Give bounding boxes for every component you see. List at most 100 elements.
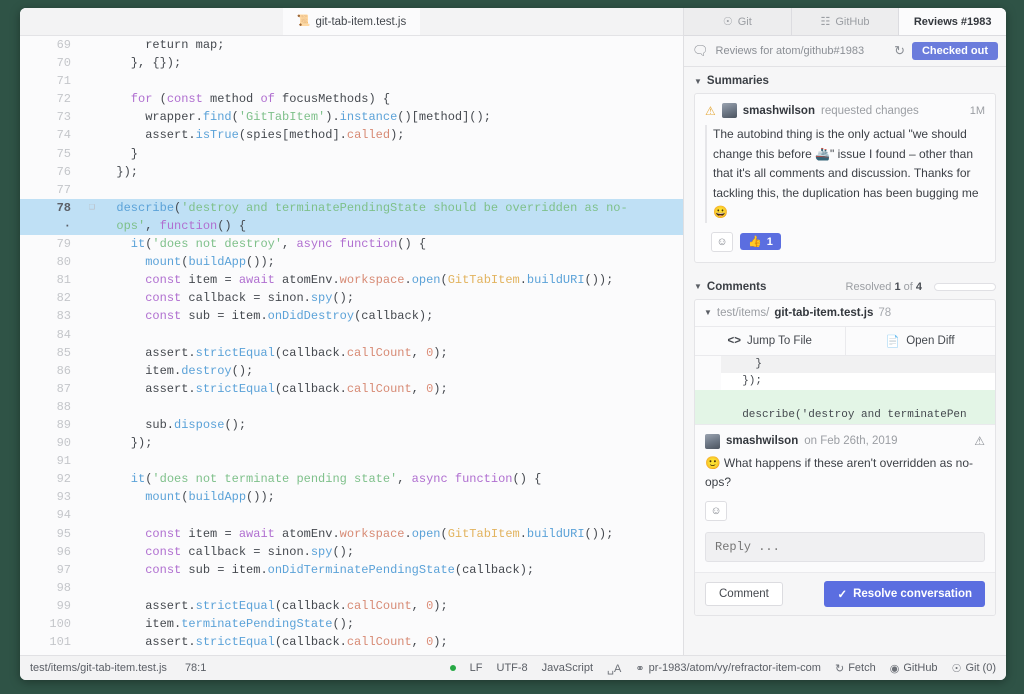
code-line[interactable]: 82 const callback = sinon.spy(); xyxy=(20,289,683,307)
jump-to-file-button[interactable]: <> Jump To File xyxy=(695,326,846,355)
code-line[interactable]: 76 }); xyxy=(20,163,683,181)
status-branch[interactable]: ⚭ pr-1983/atom/vy/refractor-item-com xyxy=(635,662,821,675)
code-text: ops', function() { xyxy=(116,218,247,233)
code-line[interactable]: 77 xyxy=(20,181,683,199)
code-line[interactable]: 88 xyxy=(20,398,683,416)
code-line[interactable]: 91 xyxy=(20,452,683,470)
code-line[interactable]: 73 wrapper.find('GitTabItem').instance()… xyxy=(20,108,683,126)
fold-marker xyxy=(82,380,102,398)
code-line[interactable]: 102 xyxy=(20,651,683,655)
code-line[interactable]: 74 assert.isTrue(spies[method].called); xyxy=(20,126,683,144)
line-number: 102 xyxy=(20,651,82,655)
comment-marker-icon[interactable]: ❑ xyxy=(82,199,102,217)
status-line-ending[interactable]: LF xyxy=(470,662,483,674)
panel-tab-bar: ☉ Git ☷ GitHub Reviews #1983 xyxy=(684,8,1006,36)
reply-input[interactable] xyxy=(705,531,985,562)
status-encoding[interactable]: UTF-8 xyxy=(497,662,528,674)
editor-code-area[interactable]: 69 return map; 70 }, {}); 71 72 for (const… xyxy=(20,36,683,655)
code-line[interactable]: · ops', function() { xyxy=(20,216,683,236)
code-line[interactable]: 98 xyxy=(20,579,683,597)
code-line[interactable]: 85 assert.strictEqual(callback.callCount… xyxy=(20,344,683,362)
diff-preview[interactable]: } }); describe('destroy and terminatePen xyxy=(695,355,995,424)
fold-marker xyxy=(82,217,102,235)
git-icon: ☉ xyxy=(951,662,962,675)
code-line[interactable]: 81 const item = await atomEnv.workspace.… xyxy=(20,271,683,289)
line-number: 71 xyxy=(56,74,71,89)
fold-marker xyxy=(82,253,102,271)
whitespace-icon[interactable]: ␣A xyxy=(607,662,621,675)
refresh-icon[interactable]: ↻ xyxy=(894,43,905,59)
line-number: 97 xyxy=(56,562,71,577)
summaries-section-header[interactable]: ▼ Summaries xyxy=(684,67,1006,93)
fold-marker xyxy=(82,36,102,54)
line-number: 76 xyxy=(56,164,71,179)
code-line[interactable]: 101 assert.strictEqual(callback.callCoun… xyxy=(20,633,683,651)
add-reaction-icon[interactable]: ☺ xyxy=(705,500,727,521)
code-line[interactable]: 75 } xyxy=(20,145,683,163)
status-grammar[interactable]: JavaScript xyxy=(542,662,593,674)
fold-marker xyxy=(82,488,102,506)
code-line[interactable]: 86 item.destroy(); xyxy=(20,362,683,380)
code-line[interactable]: 70 }, {}); xyxy=(20,54,683,72)
chevron-down-icon: ▼ xyxy=(704,308,712,317)
fold-marker xyxy=(82,289,102,307)
code-text: mount(buildApp()); xyxy=(145,255,275,270)
code-line[interactable]: 94 xyxy=(20,506,683,524)
code-line[interactable]: 99 assert.strictEqual(callback.callCount… xyxy=(20,597,683,615)
code-line[interactable]: 78 ❑ describe('destroy and terminatePendi… xyxy=(20,198,683,217)
code-line[interactable]: 80 mount(buildApp()); xyxy=(20,253,683,271)
comment-button[interactable]: Comment xyxy=(705,581,783,606)
status-github[interactable]: ◉ GitHub xyxy=(890,662,938,675)
code-line[interactable]: 100 item.terminatePendingState(); xyxy=(20,615,683,633)
code-text: it('does not destroy', async function() … xyxy=(102,237,427,252)
tab-github[interactable]: ☷ GitHub xyxy=(792,8,900,35)
code-line[interactable]: 89 sub.dispose(); xyxy=(20,416,683,434)
thread-file-path[interactable]: ▼ test/items/ git-tab-item.test.js 78 xyxy=(695,300,995,327)
code-line[interactable]: 95 const item = await atomEnv.workspace.… xyxy=(20,525,683,543)
line-number: 95 xyxy=(56,526,71,541)
diff-line-text: }); xyxy=(721,372,995,390)
code-text: for (const method of focusMethods) { xyxy=(102,92,391,107)
open-diff-button[interactable]: 📄 Open Diff xyxy=(845,326,995,355)
line-number: 70 xyxy=(56,56,71,71)
line-number: 96 xyxy=(56,544,71,559)
code-text: const callback = sinon.spy(); xyxy=(145,291,355,306)
code-line[interactable]: 96 const callback = sinon.spy(); xyxy=(20,543,683,561)
code-line[interactable]: 87 assert.strictEqual(callback.callCount… xyxy=(20,380,683,398)
comments-section-header[interactable]: ▼ Comments Resolved 1 of 4 xyxy=(684,273,1006,299)
resolved-progress-bar xyxy=(934,282,996,291)
line-number: 89 xyxy=(56,417,71,432)
tab-reviews[interactable]: Reviews #1983 xyxy=(899,8,1006,35)
code-line[interactable]: 79 it('does not destroy', async function… xyxy=(20,235,683,253)
atom-window: 📜 git-tab-item.test.js 69 return map; 70 … xyxy=(20,8,1006,680)
status-fetch[interactable]: ↻ Fetch xyxy=(835,662,876,675)
line-number: 99 xyxy=(56,598,71,613)
alert-warning-icon: ⚠ xyxy=(974,434,985,448)
reviews-scroll-area[interactable]: ▼ Summaries ⚠ smashwilson requested chan… xyxy=(684,67,1006,655)
code-line[interactable]: 97 const sub = item.onDidTerminatePendin… xyxy=(20,561,683,579)
reaction-thumbsup-pill[interactable]: 👍 1 xyxy=(740,233,781,250)
code-line[interactable]: 93 mount(buildApp()); xyxy=(20,488,683,506)
code-text: sub.dispose(); xyxy=(102,417,247,432)
add-reaction-icon[interactable]: ☺ xyxy=(711,231,733,252)
checked-out-button[interactable]: Checked out xyxy=(911,42,998,60)
tab-git[interactable]: ☉ Git xyxy=(684,8,792,35)
thread-footer: Comment ✓ Resolve conversation xyxy=(695,571,995,615)
editor-tab-git-tab-item[interactable]: 📜 git-tab-item.test.js xyxy=(282,8,421,35)
code-line[interactable]: 84 xyxy=(20,326,683,344)
chevron-down-icon: ▼ xyxy=(694,282,702,291)
code-line[interactable]: 69 return map; xyxy=(20,36,683,54)
status-git[interactable]: ☉ Git (0) xyxy=(952,662,996,675)
code-line[interactable]: 83 const sub = item.onDidDestroy(callbac… xyxy=(20,307,683,325)
status-file-path[interactable]: test/items/git-tab-item.test.js xyxy=(30,662,167,674)
open-diff-label: Open Diff xyxy=(906,334,955,347)
code-line[interactable]: 90 }); xyxy=(20,434,683,452)
thread-reply-block: smashwilson on Feb 26th, 2019 ⚠ 🙂 What h… xyxy=(695,423,995,572)
status-cursor-position[interactable]: 78:1 xyxy=(185,662,206,674)
code-line[interactable]: 72 for (const method of focusMethods) { xyxy=(20,90,683,108)
code-line[interactable]: 92 it('does not terminate pending state'… xyxy=(20,470,683,488)
code-line[interactable]: 71 xyxy=(20,72,683,90)
resolve-conversation-button[interactable]: ✓ Resolve conversation xyxy=(824,580,985,607)
